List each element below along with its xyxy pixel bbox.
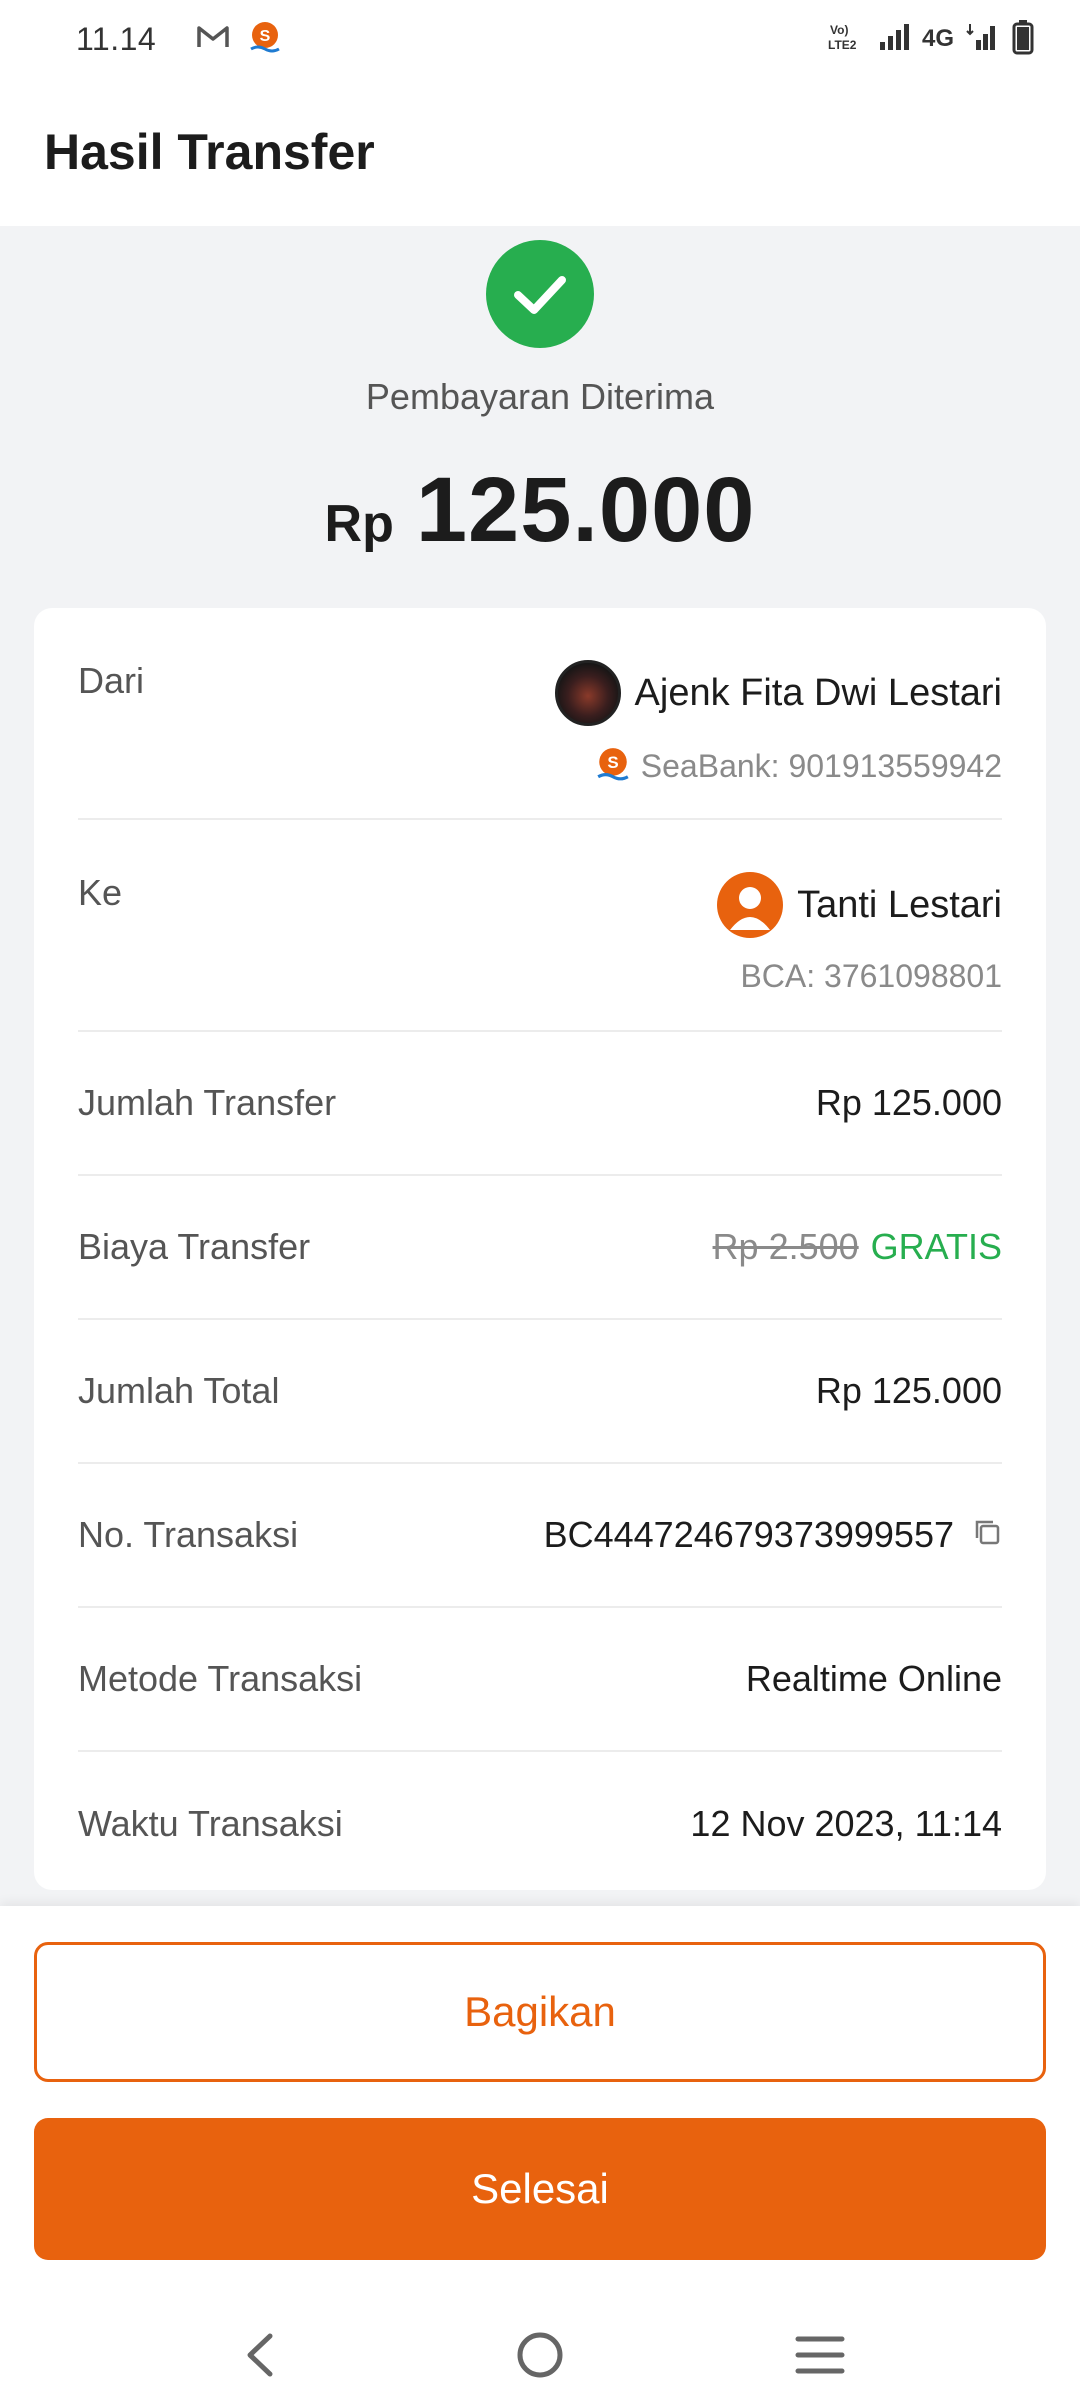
seabank-icon: S	[595, 746, 631, 787]
signal-icon	[878, 22, 910, 57]
transaction-method-value: Realtime Online	[745, 1658, 1002, 1699]
back-icon[interactable]	[220, 2315, 300, 2395]
menu-icon[interactable]	[780, 2315, 860, 2395]
gmail-icon	[196, 24, 230, 55]
recipient-account: BCA: 3761098801	[740, 958, 1002, 994]
recipient-info: Tanti Lestari BCA: 3761098801	[717, 872, 1002, 1030]
amount-currency: Rp	[324, 495, 394, 553]
total-amount-value: Rp 125.000	[815, 1370, 1002, 1411]
payment-status-label: Pembayaran Diterima	[365, 376, 715, 417]
sender-info: Ajenk Fita Dwi Lestari S SeaBank: 901913…	[554, 660, 1002, 818]
status-bar: 11.14 S Vo) LTE2 4G	[0, 0, 1080, 78]
free-fee-badge: GRATIS	[870, 1226, 1002, 1267]
share-button[interactable]: Bagikan	[34, 1942, 1046, 2082]
recipient-label: Ke	[78, 872, 123, 913]
system-status-icons: Vo) LTE2 4G	[828, 19, 1034, 60]
bottom-action-area: Bagikan Selesai	[0, 1906, 1080, 2302]
transaction-method-row: Metode Transaksi Realtime Online	[78, 1608, 1002, 1752]
transfer-fee-row: Biaya Transfer Rp 2.500 GRATIS	[78, 1176, 1002, 1320]
total-amount-label: Jumlah Total	[78, 1370, 280, 1411]
transfer-amount-value: Rp 125.000	[815, 1082, 1002, 1123]
home-icon[interactable]	[500, 2315, 580, 2395]
original-fee: Rp 2.500	[712, 1226, 859, 1267]
transfer-amount-label: Jumlah Transfer	[78, 1082, 337, 1123]
transfer-amount-row: Jumlah Transfer Rp 125.000	[78, 1032, 1002, 1176]
transaction-number-label: No. Transaksi	[78, 1514, 299, 1555]
sender-account: SeaBank: 901913559942	[640, 748, 1002, 784]
user-icon	[717, 872, 784, 938]
transaction-number-group: BC444724679373999557	[544, 1514, 1002, 1556]
volte-icon: Vo) LTE2	[828, 21, 866, 58]
copy-icon[interactable]	[972, 1514, 1002, 1556]
app-header: Hasil Transfer	[0, 78, 1080, 226]
svg-text:Vo): Vo)	[830, 23, 848, 37]
network-type-label: 4G	[921, 25, 954, 52]
sender-label: Dari	[78, 660, 145, 701]
notification-icons: S	[196, 20, 282, 59]
sender-avatar	[554, 660, 621, 726]
sender-name: Ajenk Fita Dwi Lestari	[634, 671, 1002, 714]
page-title: Hasil Transfer	[44, 124, 375, 180]
transaction-number-row: No. Transaksi BC444724679373999557	[78, 1464, 1002, 1608]
sender-row: Dari Ajenk Fita Dwi Lestari S SeaBank: 9…	[78, 608, 1002, 820]
transfer-result-summary: Pembayaran Diterima Rp 125.000	[0, 226, 1080, 606]
status-time: 11.14	[76, 20, 157, 57]
transaction-time-label: Waktu Transaksi	[78, 1803, 343, 1844]
svg-text:LTE2: LTE2	[828, 38, 857, 52]
amount-display: Rp 125.000	[0, 458, 1080, 563]
amount-value: 125.000	[415, 459, 756, 561]
transaction-method-label: Metode Transaksi	[78, 1658, 363, 1699]
done-button[interactable]: Selesai	[34, 2118, 1046, 2260]
transfer-fee-label: Biaya Transfer	[78, 1226, 311, 1267]
total-amount-row: Jumlah Total Rp 125.000	[78, 1320, 1002, 1464]
battery-icon	[1012, 19, 1034, 60]
transaction-time-row: Waktu Transaksi 12 Nov 2023, 11:14	[78, 1752, 1002, 1896]
transfer-fee-value: Rp 2.500 GRATIS	[713, 1226, 1002, 1268]
svg-text:S: S	[607, 753, 618, 772]
recipient-name: Tanti Lestari	[797, 883, 1002, 926]
check-icon	[486, 240, 594, 348]
recipient-row: Ke Tanti Lestari BCA: 3761098801	[78, 820, 1002, 1032]
svg-text:S: S	[260, 28, 271, 45]
seabank-icon: S	[248, 20, 282, 59]
signal-icon	[966, 22, 1000, 57]
transaction-number-value: BC444724679373999557	[543, 1514, 954, 1555]
transaction-details-card: Dari Ajenk Fita Dwi Lestari S SeaBank: 9…	[34, 608, 1046, 1890]
transaction-time-value: 12 Nov 2023, 11:14	[690, 1803, 1002, 1844]
system-nav-bar	[0, 2302, 1080, 2408]
